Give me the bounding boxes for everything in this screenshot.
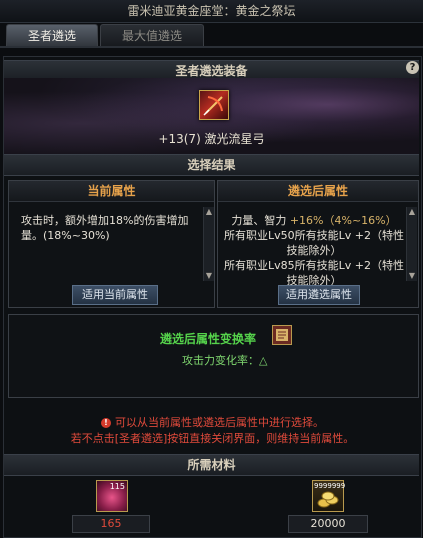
- window-title: 雷米迪亚黄金座堂：黄金之祭坛: [0, 0, 423, 23]
- tab-saint-selection[interactable]: 圣者遴选: [6, 24, 98, 47]
- scroll-down-icon[interactable]: ▼: [204, 271, 214, 281]
- gold-count: 20000: [288, 515, 368, 533]
- help-icon[interactable]: ?: [406, 61, 419, 74]
- current-attribute-scrollbar[interactable]: ▲ ▼: [203, 207, 214, 281]
- apply-current-attribute-button[interactable]: 适用当前属性: [72, 285, 158, 305]
- materials-section-header: 所需材料: [4, 454, 419, 476]
- notice-line-1: ! 可以从当前属性或遴选后属性中进行选择。: [8, 414, 417, 430]
- after-attribute-line: 力量、智力 +16%（4%~16%）: [231, 214, 397, 227]
- after-attribute-text: 力量、智力 +16%（4%~16%） 所有职业Lv50所有技能Lv +2（特性技…: [224, 213, 404, 288]
- current-attribute-panel: 当前属性 攻击时，额外增加18%的伤害增加量。(18%~30%) ▲ ▼ 适用当…: [8, 180, 215, 308]
- scroll-down-icon[interactable]: ▼: [407, 271, 417, 281]
- item-name: +13(7) 激光流星弓: [158, 132, 265, 146]
- scroll-up-icon[interactable]: ▲: [204, 207, 214, 217]
- bow-item-icon[interactable]: [199, 90, 229, 120]
- after-attribute-scrollbar[interactable]: ▲ ▼: [406, 207, 417, 281]
- after-attribute-panel: 遴选后属性 力量、智力 +16%（4%~16%） 所有职业Lv50所有技能Lv …: [217, 180, 419, 308]
- conversion-title: 遴选后属性变换率: [160, 332, 257, 346]
- current-attribute-prefix: 攻击时，: [21, 214, 65, 227]
- warning-icon: !: [101, 418, 111, 428]
- after-attribute-line: 所有职业Lv50所有技能Lv +2（特性技能除外）: [224, 229, 404, 257]
- apply-selected-attribute-button[interactable]: 适用遴选属性: [278, 285, 360, 305]
- scroll-up-icon[interactable]: ▲: [407, 207, 417, 217]
- triangle-icon: △: [259, 354, 268, 367]
- gold-badge: 9999999: [314, 482, 346, 490]
- crystal-icon[interactable]: 115: [96, 480, 128, 512]
- crystal-count: 165: [72, 515, 150, 533]
- after-attribute-line: 所有职业Lv85所有技能Lv +2（特性技能除外）: [224, 259, 404, 287]
- gold-coins-icon[interactable]: 9999999: [312, 480, 346, 512]
- crystal-badge: 115: [109, 482, 125, 491]
- current-attribute-title: 当前属性: [9, 181, 214, 202]
- notice-line-2: 若不点击[圣者遴选]按钮直接关闭界面，则维持当前属性。: [70, 432, 355, 445]
- book-icon: [272, 325, 292, 345]
- tab-divider: [0, 46, 423, 48]
- tab-max-value-selection[interactable]: 最大值遴选: [100, 24, 204, 47]
- result-section-header: 选择结果: [4, 154, 419, 176]
- attack-change-rate: 攻击力变化率：△: [182, 354, 268, 367]
- after-attribute-title: 遴选后属性: [218, 181, 418, 202]
- current-attribute-text: 攻击时，额外增加18%的伤害增加量。(18%~30%): [21, 213, 201, 243]
